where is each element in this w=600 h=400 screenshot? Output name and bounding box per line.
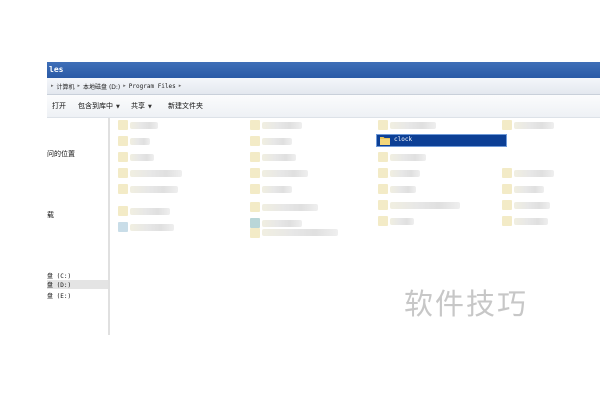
folder-icon[interactable] [118,136,128,146]
folder-icon[interactable] [118,120,128,130]
caret-down-icon: ▼ [148,104,152,110]
navigation-pane: 问的位置 载 盘 (C:) 盘 (D:) 盘 (E:) [47,118,110,335]
list-item[interactable] [390,122,436,129]
folder-icon[interactable] [378,216,388,226]
folder-icon[interactable] [250,152,260,162]
list-item[interactable] [390,154,426,161]
selected-folder-label: clock [394,136,413,143]
list-item[interactable] [262,122,302,129]
address-bar[interactable]: ▸ 计算机 ▸ 本地磁盘 (D:) ▸ Program Files ▸ [47,78,600,95]
folder-icon[interactable] [250,136,260,146]
list-item[interactable] [390,218,414,225]
nav-recent-places[interactable]: 问的位置 [47,149,75,159]
folder-icon[interactable] [250,168,260,178]
folder-icon[interactable] [378,120,388,130]
list-item[interactable] [130,224,174,231]
title-bar[interactable]: les [47,62,600,78]
breadcrumb-program-files[interactable]: Program Files [129,83,176,90]
chevron-right-icon[interactable]: ▸ [179,83,182,89]
folder-icon[interactable] [502,200,512,210]
folder-icon[interactable] [502,184,512,194]
nav-drive-e[interactable]: 盘 (E:) [47,291,71,300]
selected-folder-item[interactable]: clock [376,134,507,147]
share-button[interactable]: 共享 ▼ [131,101,152,111]
file-icon[interactable] [250,218,260,228]
share-button-label: 共享 [131,102,145,110]
list-item[interactable] [390,202,460,209]
folder-icon[interactable] [250,120,260,130]
include-in-library-label: 包含到库中 [78,102,113,110]
list-item[interactable] [514,202,550,209]
list-item[interactable] [130,138,150,145]
nav-drive-d[interactable]: 盘 (D:) [47,280,108,289]
folder-icon[interactable] [378,184,388,194]
list-item[interactable] [262,154,296,161]
chevron-right-icon[interactable]: ▸ [123,83,126,89]
folder-icon[interactable] [118,152,128,162]
nav-downloads[interactable]: 载 [47,210,54,220]
list-item[interactable] [130,208,170,215]
nav-drive-c[interactable]: 盘 (C:) [47,271,71,280]
caret-down-icon: ▼ [116,104,120,110]
list-item[interactable] [390,186,416,193]
list-item[interactable] [262,170,308,177]
file-icon[interactable] [118,222,128,232]
list-item[interactable] [262,229,338,236]
folder-icon[interactable] [502,120,512,130]
list-item[interactable] [130,170,182,177]
folder-icon[interactable] [118,184,128,194]
breadcrumb: ▸ 计算机 ▸ 本地磁盘 (D:) ▸ Program Files ▸ [51,80,591,92]
new-folder-label: 新建文件夹 [168,102,203,110]
list-item[interactable] [262,138,292,145]
list-item[interactable] [514,186,544,193]
folder-icon[interactable] [250,202,260,212]
list-item[interactable] [514,218,548,225]
breadcrumb-drive-d[interactable]: 本地磁盘 (D:) [83,82,120,91]
breadcrumb-computer[interactable]: 计算机 [57,82,75,91]
list-item[interactable] [130,186,178,193]
list-item[interactable] [130,154,154,161]
list-item[interactable] [514,170,554,177]
list-item[interactable] [514,122,554,129]
folder-icon[interactable] [118,206,128,216]
folder-icon[interactable] [378,152,388,162]
new-folder-button[interactable]: 新建文件夹 [168,101,203,111]
command-bar: 打开 包含到库中 ▼ 共享 ▼ 新建文件夹 [47,95,600,118]
folder-icon[interactable] [502,216,512,226]
list-item[interactable] [390,170,420,177]
folder-icon[interactable] [250,184,260,194]
list-item[interactable] [262,204,318,211]
chevron-right-icon[interactable]: ▸ [78,83,81,89]
window-title: les [49,65,64,74]
list-item[interactable] [262,220,302,227]
list-item[interactable] [262,186,292,193]
include-in-library-button[interactable]: 包含到库中 ▼ [78,101,120,111]
folder-icon[interactable] [118,168,128,178]
folder-icon[interactable] [378,200,388,210]
folder-icon[interactable] [378,168,388,178]
folder-icon[interactable] [502,168,512,178]
list-item[interactable] [130,122,158,129]
open-button-label: 打开 [52,102,66,110]
open-button[interactable]: 打开 [52,101,66,111]
watermark-text: 软件技巧 [404,287,529,321]
chevron-right-icon[interactable]: ▸ [51,83,54,89]
folder-icon [380,137,390,145]
folder-icon[interactable] [250,228,260,238]
